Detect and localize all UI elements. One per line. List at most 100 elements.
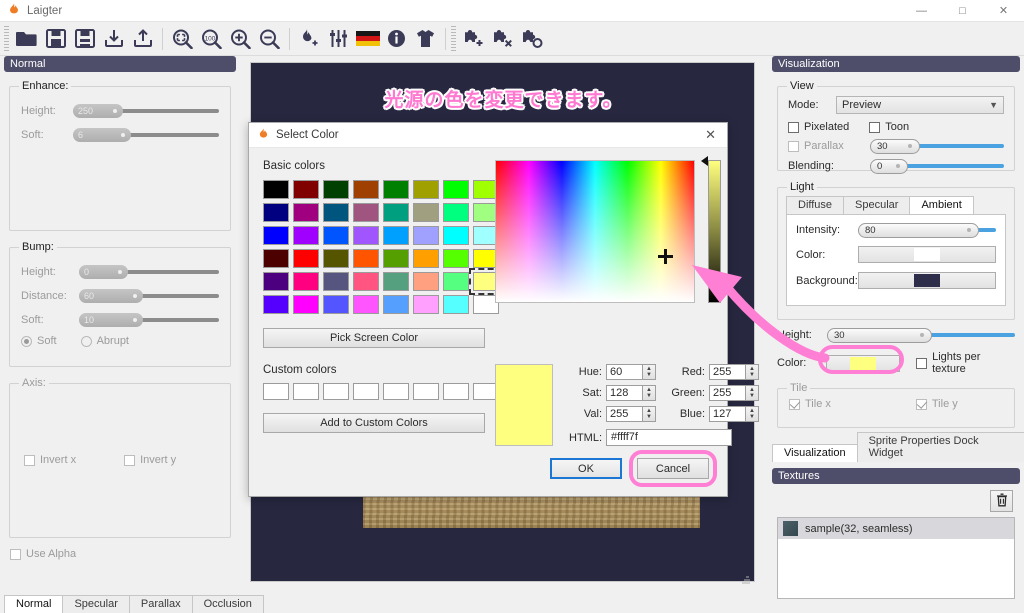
- intensity-slider[interactable]: 80: [858, 222, 996, 238]
- basic-color-swatch[interactable]: [323, 249, 349, 268]
- basic-color-swatch[interactable]: [353, 295, 379, 314]
- blending-slider[interactable]: 0: [870, 158, 1004, 174]
- basic-color-swatch[interactable]: [353, 180, 379, 199]
- basic-color-swatch[interactable]: [293, 249, 319, 268]
- basic-color-swatch[interactable]: [293, 295, 319, 314]
- custom-color-slot[interactable]: [383, 383, 409, 400]
- basic-color-swatch[interactable]: [263, 180, 289, 199]
- basic-color-swatch[interactable]: [413, 272, 439, 291]
- custom-colors-grid-row1[interactable]: [263, 383, 499, 400]
- save-as-icon[interactable]: [70, 25, 99, 53]
- basic-color-swatch[interactable]: [263, 226, 289, 245]
- maximize-button[interactable]: □: [942, 0, 983, 22]
- remove-plugin-icon[interactable]: [488, 25, 517, 53]
- basic-color-swatch[interactable]: [383, 226, 409, 245]
- configure-plugin-icon[interactable]: [517, 25, 546, 53]
- basic-color-swatch[interactable]: [353, 249, 379, 268]
- val-value[interactable]: 255: [606, 406, 643, 422]
- basic-color-swatch[interactable]: [263, 203, 289, 222]
- basic-color-swatch[interactable]: [323, 295, 349, 314]
- enhance-soft-slider[interactable]: 6: [73, 128, 219, 142]
- basic-color-swatch[interactable]: [323, 272, 349, 291]
- tab-specular-light[interactable]: Specular: [843, 196, 911, 214]
- parallax-slider[interactable]: 30: [870, 138, 1004, 154]
- basic-color-swatch[interactable]: [413, 203, 439, 222]
- basic-color-swatch[interactable]: [443, 203, 469, 222]
- toolbar-grip[interactable]: [4, 25, 9, 52]
- basic-color-swatch[interactable]: [443, 226, 469, 245]
- basic-color-swatch[interactable]: [443, 295, 469, 314]
- custom-color-slot[interactable]: [413, 383, 439, 400]
- minimize-button[interactable]: —: [901, 0, 942, 22]
- pick-screen-color-button[interactable]: Pick Screen Color: [263, 328, 485, 348]
- red-spinbox[interactable]: Red: 255 ▲ ▼: [668, 364, 759, 380]
- light-color-pick-button[interactable]: [826, 354, 901, 372]
- dialog-close-icon[interactable]: ✕: [705, 127, 716, 143]
- light-background-button[interactable]: [858, 272, 996, 289]
- basic-color-swatch[interactable]: [443, 249, 469, 268]
- delete-texture-button[interactable]: [990, 490, 1013, 512]
- export-icon[interactable]: [128, 25, 157, 53]
- list-item[interactable]: sample(32, seamless): [778, 518, 1014, 539]
- hue-stepper-icon[interactable]: ▲ ▼: [643, 364, 656, 380]
- basic-colors-grid[interactable]: [263, 180, 503, 314]
- basic-color-swatch[interactable]: [263, 272, 289, 291]
- sat-value[interactable]: 128: [606, 385, 643, 401]
- toolbar-grip-2[interactable]: [451, 25, 456, 52]
- basic-color-swatch[interactable]: [293, 203, 319, 222]
- hue-value[interactable]: 60: [606, 364, 643, 380]
- shirt-icon[interactable]: [411, 25, 440, 53]
- tab-diffuse[interactable]: Diffuse: [786, 196, 845, 214]
- basic-color-swatch[interactable]: [293, 226, 319, 245]
- basic-color-swatch[interactable]: [293, 272, 319, 291]
- val-spinbox[interactable]: Val: 255 ▲ ▼: [565, 406, 656, 422]
- tab-normal[interactable]: Normal: [4, 595, 64, 613]
- light-color-button[interactable]: [858, 246, 996, 263]
- zoom-100-icon[interactable]: 100: [197, 25, 226, 53]
- val-stepper-icon[interactable]: ▲ ▼: [643, 406, 656, 422]
- basic-color-swatch[interactable]: [383, 249, 409, 268]
- basic-color-swatch[interactable]: [413, 226, 439, 245]
- basic-color-swatch[interactable]: [263, 249, 289, 268]
- invert-y-checkbox[interactable]: Invert y: [124, 454, 176, 466]
- tab-parallax[interactable]: Parallax: [128, 595, 193, 613]
- hue-spinbox[interactable]: Hue: 60 ▲ ▼: [565, 364, 656, 380]
- custom-color-slot[interactable]: [353, 383, 379, 400]
- basic-color-swatch[interactable]: [353, 272, 379, 291]
- basic-color-swatch[interactable]: [353, 203, 379, 222]
- blue-spinbox[interactable]: Blue: 127 ▲ ▼: [668, 406, 759, 422]
- tab-ambient[interactable]: Ambient: [909, 196, 974, 214]
- value-slider[interactable]: [701, 156, 721, 303]
- basic-color-swatch[interactable]: [323, 226, 349, 245]
- basic-color-swatch[interactable]: [323, 203, 349, 222]
- custom-color-slot[interactable]: [293, 383, 319, 400]
- tile-x-checkbox[interactable]: Tile x: [789, 398, 831, 410]
- zoom-in-icon[interactable]: [226, 25, 255, 53]
- custom-color-slot[interactable]: [443, 383, 469, 400]
- enhance-height-slider[interactable]: 250: [73, 104, 219, 118]
- add-light-icon[interactable]: [295, 25, 324, 53]
- preview-scroll-corner[interactable]: [739, 575, 753, 585]
- invert-x-checkbox[interactable]: Invert x: [24, 454, 76, 466]
- add-to-custom-colors-button[interactable]: Add to Custom Colors: [263, 413, 485, 433]
- ok-button[interactable]: OK: [550, 458, 622, 479]
- settings-sliders-icon[interactable]: [324, 25, 353, 53]
- use-alpha-checkbox[interactable]: Use Alpha: [10, 548, 76, 560]
- basic-color-swatch[interactable]: [323, 180, 349, 199]
- tile-y-checkbox[interactable]: Tile y: [915, 398, 958, 410]
- basic-color-swatch[interactable]: [353, 226, 379, 245]
- zoom-fit-icon[interactable]: [168, 25, 197, 53]
- textures-list[interactable]: sample(32, seamless): [777, 517, 1015, 599]
- basic-color-swatch[interactable]: [413, 180, 439, 199]
- parallax-checkbox[interactable]: Parallax: [788, 140, 862, 152]
- basic-color-swatch[interactable]: [383, 295, 409, 314]
- basic-color-swatch[interactable]: [413, 295, 439, 314]
- red-stepper-icon[interactable]: ▲ ▼: [746, 364, 759, 380]
- blue-stepper-icon[interactable]: ▲ ▼: [746, 406, 759, 422]
- basic-color-swatch[interactable]: [443, 180, 469, 199]
- tab-sprite-properties[interactable]: Sprite Properties Dock Widget: [856, 432, 1024, 462]
- green-stepper-icon[interactable]: ▲ ▼: [746, 385, 759, 401]
- light-height-slider[interactable]: 30: [827, 327, 1015, 343]
- info-icon[interactable]: [382, 25, 411, 53]
- bump-radio-soft[interactable]: Soft: [21, 335, 57, 347]
